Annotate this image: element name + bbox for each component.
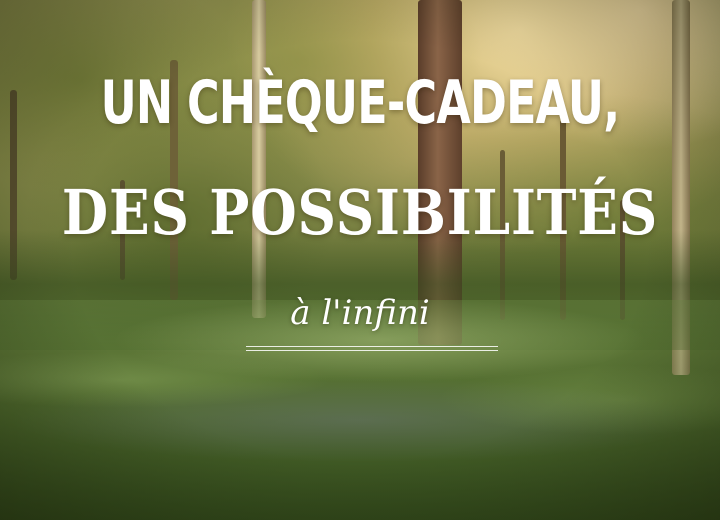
forest-background: UN CHÈQUE-CADEAU, DES POSSIBILITÉS à l'i… <box>0 0 720 520</box>
headline-line-1: UN CHÈQUE-CADEAU, <box>100 68 621 138</box>
double-rule-divider <box>246 346 498 351</box>
headline: UN CHÈQUE-CADEAU, DES POSSIBILITÉS à l'i… <box>0 0 720 520</box>
headline-line-2: DES POSSIBILITÉS <box>61 176 659 249</box>
headline-tagline: à l'infini <box>290 293 430 333</box>
